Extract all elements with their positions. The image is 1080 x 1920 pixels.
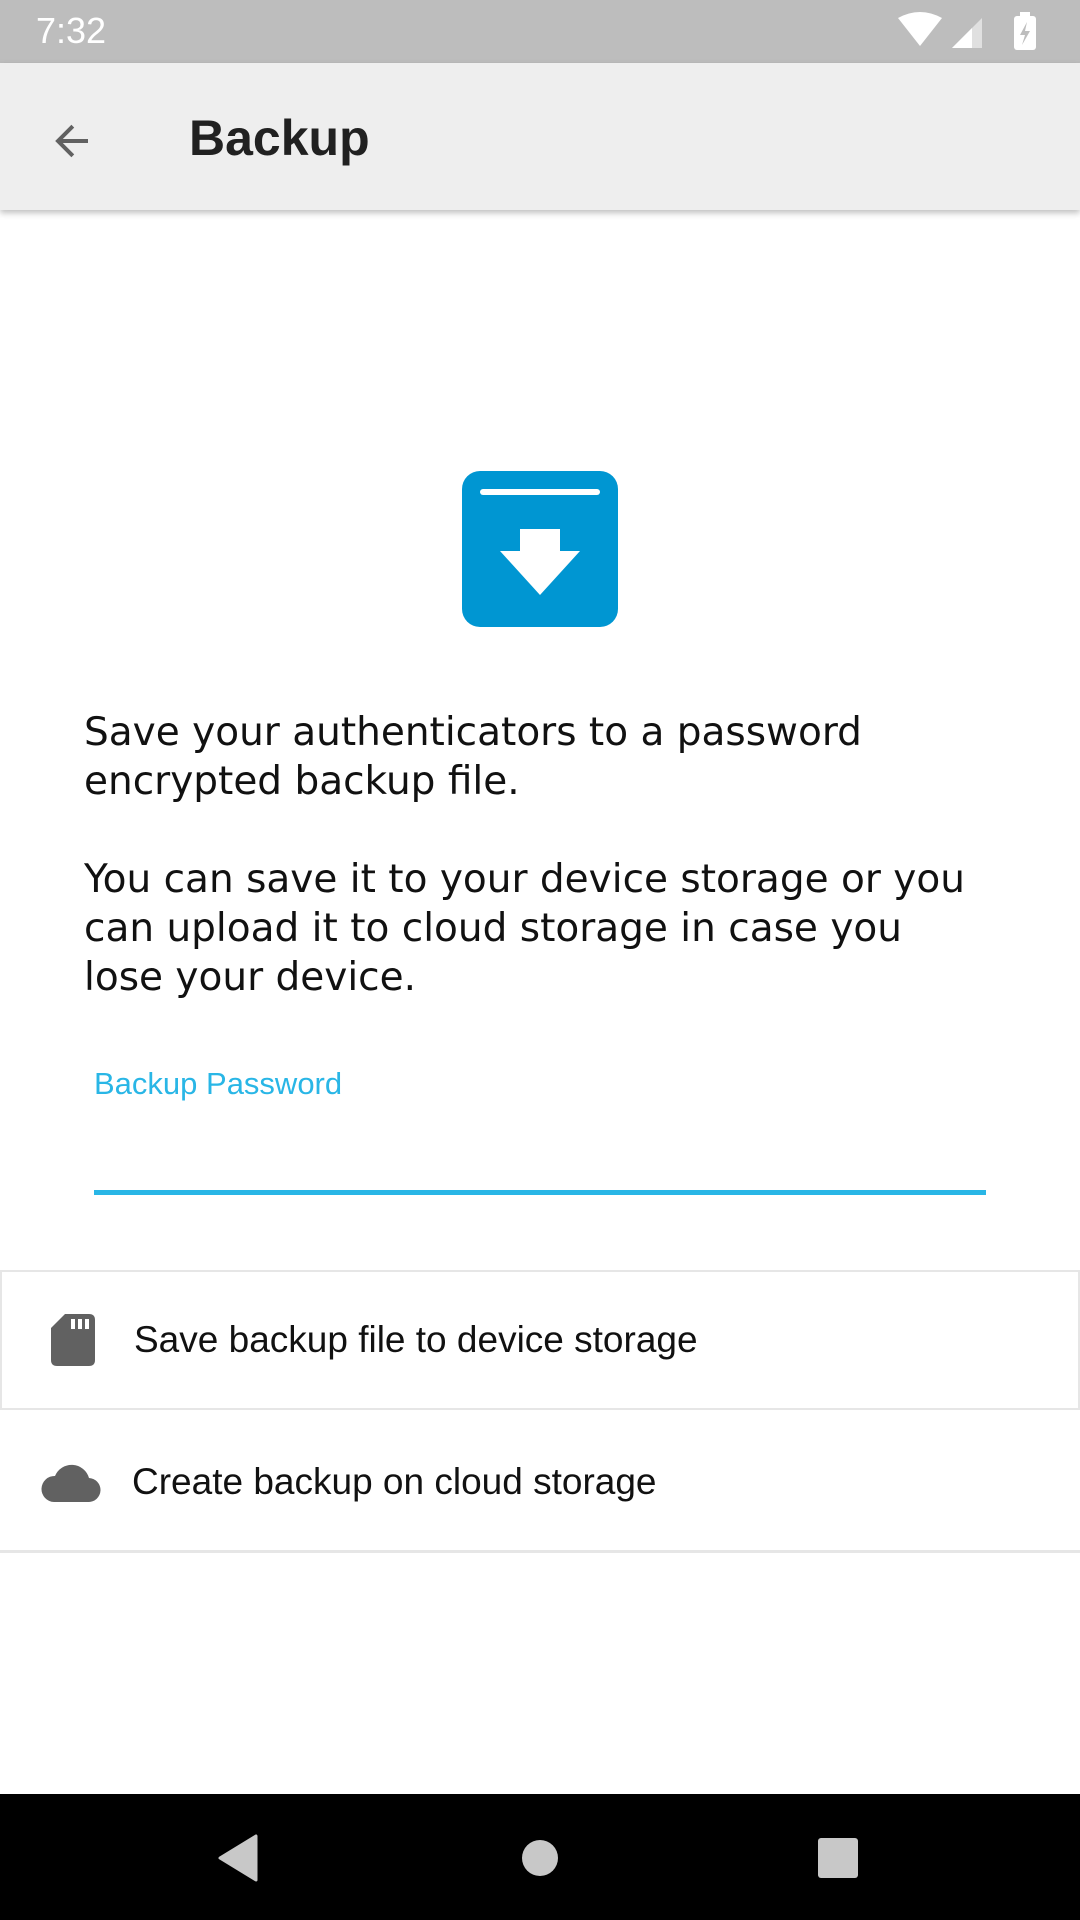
status-bar: 7:32 [0, 0, 1080, 63]
save-to-device-label: Save backup file to device storage [134, 1319, 698, 1360]
back-button[interactable] [30, 99, 114, 183]
sd-card-icon [42, 1309, 104, 1371]
cloud-backup-label: Create backup on cloud storage [132, 1460, 657, 1502]
backup-password-input[interactable] [94, 1114, 986, 1195]
nav-home-button[interactable] [504, 1822, 576, 1894]
nav-home-icon [522, 1840, 558, 1876]
backup-password-label: Backup Password [94, 1066, 343, 1101]
nav-back-icon [218, 1834, 258, 1882]
cloud-backup-option[interactable]: Create backup on cloud storage [0, 1413, 1080, 1553]
battery-charging-icon [1014, 12, 1036, 50]
page-title: Backup [189, 110, 370, 166]
arrow-back-icon [55, 124, 88, 158]
system-nav-bar [0, 1794, 1080, 1920]
status-time: 7:32 [36, 10, 107, 51]
cell-signal-icon [952, 18, 982, 48]
app-bar: Backup [0, 63, 1080, 210]
nav-back-button[interactable] [202, 1822, 274, 1894]
cloud-icon [40, 1451, 102, 1513]
archive-download-icon [462, 471, 618, 627]
description-paragraph-2: You can save it to your device storage o… [84, 857, 965, 1000]
status-icons [892, 12, 1052, 52]
wifi-icon [898, 12, 942, 46]
nav-recents-icon [818, 1838, 858, 1878]
save-to-device-option[interactable]: Save backup file to device storage [0, 1270, 1080, 1410]
description-paragraph-1: Save your authenticators to a password e… [84, 710, 862, 804]
nav-recents-button[interactable] [802, 1822, 874, 1894]
